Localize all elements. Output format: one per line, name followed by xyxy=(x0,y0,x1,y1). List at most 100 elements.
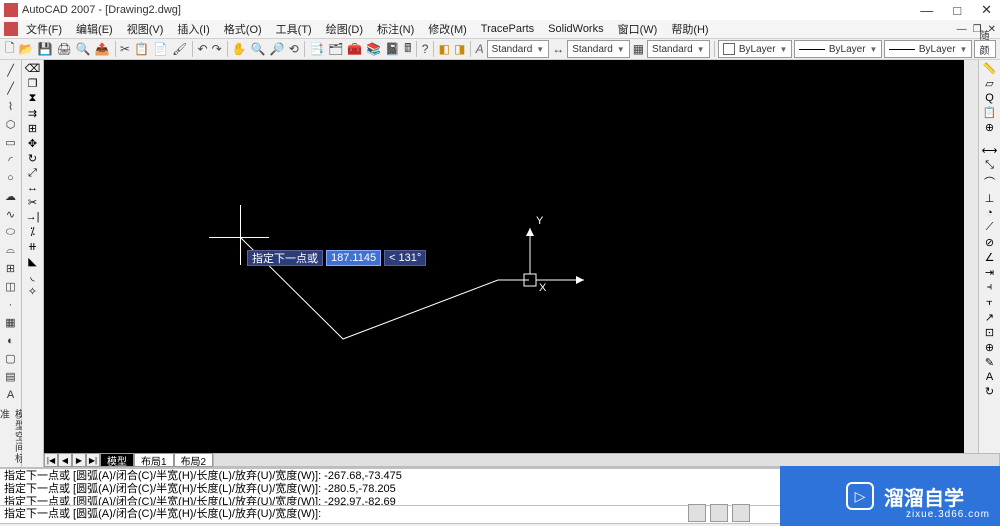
tab-model[interactable]: 模型 xyxy=(100,453,134,467)
ellipsearc-icon[interactable]: ⌓ xyxy=(2,242,20,258)
rectangle-icon[interactable]: ▭ xyxy=(2,134,20,150)
plotstyle-combo[interactable]: 随颜色 xyxy=(974,40,996,58)
point-icon[interactable]: · xyxy=(2,297,20,313)
menu-help[interactable]: 帮助(H) xyxy=(665,20,714,38)
match-icon[interactable]: 🖌 xyxy=(171,40,188,58)
dim-cont-icon[interactable]: ⫟ xyxy=(986,296,993,309)
menu-window[interactable]: 窗口(W) xyxy=(612,20,664,38)
pline-icon[interactable]: ⌇ xyxy=(2,98,20,114)
extend-icon[interactable]: →| xyxy=(26,211,40,223)
array-icon[interactable]: ⊞ xyxy=(28,122,37,135)
polygon-icon[interactable]: ⬡ xyxy=(2,116,20,132)
drawing-canvas[interactable]: X Y 指定下一点或 187.1145 < 131° xyxy=(44,60,978,467)
calc-icon[interactable]: 🖩 xyxy=(403,40,412,58)
paste-icon[interactable]: 📄 xyxy=(152,40,169,58)
open-icon[interactable]: 📂 xyxy=(18,40,35,58)
line-icon[interactable]: ╱ xyxy=(2,62,20,78)
explode-icon[interactable]: ✧ xyxy=(28,285,37,298)
dim-ord-icon[interactable]: ⊥ xyxy=(985,192,995,205)
text-style-combo[interactable]: Standard ▼ xyxy=(487,40,550,58)
menu-tools[interactable]: 工具(T) xyxy=(270,20,318,38)
preview-icon[interactable]: 🔍 xyxy=(75,40,92,58)
copy-obj-icon[interactable]: ❐ xyxy=(28,77,38,90)
close-button[interactable]: ✕ xyxy=(977,2,996,18)
move-icon[interactable]: ✥ xyxy=(28,137,37,150)
command-input[interactable]: 指定下一点或 [圆弧(A)/闭合(C)/半宽(H)/长度(L)/放弃(U)/宽度… xyxy=(4,508,321,521)
properties-icon[interactable]: 📑 xyxy=(308,40,325,58)
center-icon[interactable]: ⊕ xyxy=(985,341,994,354)
block-icon[interactable]: ◧ xyxy=(438,40,451,58)
redo-icon[interactable]: ↷ xyxy=(211,40,223,58)
vertical-scrollbar[interactable] xyxy=(964,60,978,453)
zoom-prev-icon[interactable]: ⟲ xyxy=(288,40,300,58)
pan-icon[interactable]: ✋ xyxy=(231,40,248,58)
table-icon[interactable]: ▤ xyxy=(2,369,20,385)
offset-icon[interactable]: ⇉ xyxy=(28,107,37,120)
locate-icon[interactable]: ⊕ xyxy=(985,121,994,134)
distance-icon[interactable]: 📏 xyxy=(983,62,997,75)
area-icon[interactable]: ▱ xyxy=(985,77,993,90)
menu-insert[interactable]: 插入(I) xyxy=(171,20,215,38)
tray-icon-2[interactable] xyxy=(710,504,728,522)
tray-icon-3[interactable] xyxy=(732,504,750,522)
lineweight-combo[interactable]: ByLayer ▼ xyxy=(884,40,972,58)
tablestyle-icon[interactable]: ▦ xyxy=(632,40,645,58)
dim-rad-icon[interactable]: ◔ xyxy=(986,207,993,219)
dim-style-combo[interactable]: Standard ▼ xyxy=(567,40,630,58)
copy-icon[interactable]: 📋 xyxy=(133,40,150,58)
tab-next-icon[interactable]: ▶ xyxy=(72,453,86,467)
spline-icon[interactable]: ∿ xyxy=(2,206,20,222)
dyn-angle[interactable]: < 131° xyxy=(384,250,426,266)
hatch-icon[interactable]: ▦ xyxy=(2,315,20,331)
dimtedit-icon[interactable]: A xyxy=(986,371,993,383)
save-icon[interactable]: 💾 xyxy=(37,40,54,58)
dim-ang-icon[interactable]: ∠ xyxy=(985,251,995,264)
tab-layout1[interactable]: 布局1 xyxy=(134,453,174,467)
dim-jog-icon[interactable]: ⟋ xyxy=(986,221,994,234)
join-icon[interactable]: ⧺ xyxy=(28,240,37,253)
mirror-icon[interactable]: ⧗ xyxy=(29,92,37,105)
dimedit-icon[interactable]: ✎ xyxy=(985,356,994,369)
block-icon[interactable]: ◫ xyxy=(2,279,20,295)
leader-icon[interactable]: ↗ xyxy=(985,311,994,324)
color-combo[interactable]: ByLayer ▼ xyxy=(718,40,793,58)
menu-format[interactable]: 格式(O) xyxy=(218,20,268,38)
dimstyle-icon[interactable]: ↔ xyxy=(551,40,565,58)
menu-dim[interactable]: 标注(N) xyxy=(371,20,420,38)
cut-icon[interactable]: ✂ xyxy=(119,40,131,58)
menu-edit[interactable]: 编辑(E) xyxy=(70,20,119,38)
textstyle-icon[interactable]: A xyxy=(475,40,485,58)
rotate-icon[interactable]: ↻ xyxy=(28,152,37,165)
tab-last-icon[interactable]: ▶| xyxy=(86,453,100,467)
stretch-icon[interactable]: ↔ xyxy=(27,182,38,194)
plot-icon[interactable]: 🖨 xyxy=(56,40,73,58)
menu-draw[interactable]: 绘图(D) xyxy=(320,20,369,38)
block2-icon[interactable]: ◨ xyxy=(453,40,466,58)
ellipse-icon[interactable]: ⬭ xyxy=(2,224,20,240)
region2-icon[interactable]: Q xyxy=(985,92,994,104)
fillet-icon[interactable]: ◟ xyxy=(30,270,34,283)
dcenter-icon[interactable]: 🗂 xyxy=(327,40,344,58)
table-style-combo[interactable]: Standard ▼ xyxy=(647,40,710,58)
insert-icon[interactable]: ⊞ xyxy=(2,261,20,277)
maximize-button[interactable]: □ xyxy=(949,3,965,18)
toolpal-icon[interactable]: 🧰 xyxy=(346,40,363,58)
tab-first-icon[interactable]: |◀ xyxy=(44,453,58,467)
trim-icon[interactable]: ✂ xyxy=(28,196,37,209)
dim-arc-icon[interactable]: ⌒ xyxy=(984,174,995,190)
help-icon[interactable]: ? xyxy=(421,40,430,58)
zoom-rt-icon[interactable]: 🔍 xyxy=(250,40,267,58)
menu-view[interactable]: 视图(V) xyxy=(121,20,170,38)
tab-prev-icon[interactable]: ◀ xyxy=(58,453,72,467)
linetype-combo[interactable]: ByLayer ▼ xyxy=(794,40,882,58)
minimize-button[interactable]: ― xyxy=(916,3,937,18)
dimupdate-icon[interactable]: ↻ xyxy=(985,385,994,398)
break-icon[interactable]: ⁒ xyxy=(30,225,35,238)
erase-icon[interactable]: ⌫ xyxy=(25,62,41,75)
doc-minimize[interactable]: ― xyxy=(957,24,967,35)
menu-file[interactable]: 文件(F) xyxy=(20,20,68,38)
arc-icon[interactable]: ◜ xyxy=(2,152,20,168)
dyn-distance[interactable]: 187.1145 xyxy=(326,250,381,266)
dim-linear-icon[interactable]: ⟷ xyxy=(982,144,998,157)
tolerance-icon[interactable]: ⊡ xyxy=(985,326,994,339)
